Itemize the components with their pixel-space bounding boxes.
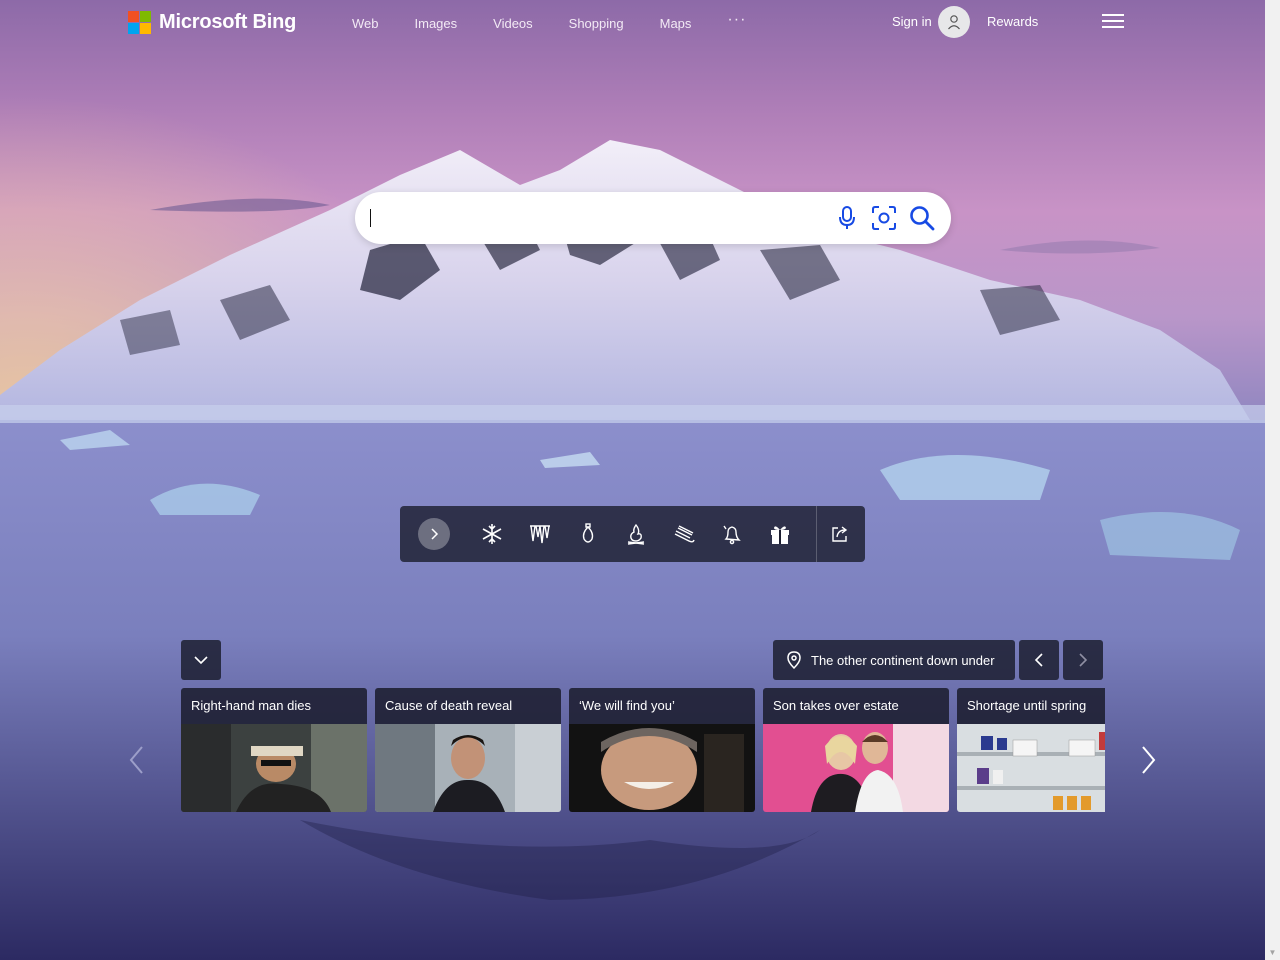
news-card-title: Cause of death reveal: [375, 688, 561, 724]
nav-images[interactable]: Images: [415, 16, 458, 31]
nav-web[interactable]: Web: [352, 16, 379, 31]
expand-toolbar-button[interactable]: [418, 518, 450, 550]
news-card[interactable]: Right-hand man dies: [181, 688, 367, 812]
search-input[interactable]: [371, 206, 821, 230]
microsoft-logo-icon: [128, 11, 151, 34]
chevron-right-icon: [1142, 746, 1156, 774]
news-card-title: Son takes over estate: [763, 688, 949, 724]
chevron-down-icon: [194, 656, 208, 665]
news-card-image: [569, 724, 755, 812]
news-card[interactable]: ‘We will find you’: [569, 688, 755, 812]
news-card-image: [957, 724, 1105, 812]
news-card-image: [375, 724, 561, 812]
news-card-image: [763, 724, 949, 812]
news-card-title: ‘We will find you’: [569, 688, 755, 724]
news-carousel: Right-hand man dies Cause of death revea…: [181, 688, 1105, 812]
next-image-button[interactable]: [1063, 640, 1103, 680]
ornament-icon[interactable]: [576, 522, 600, 546]
chevron-right-icon: [431, 528, 439, 540]
menu-icon[interactable]: [1102, 14, 1124, 30]
icicles-icon[interactable]: [528, 522, 552, 546]
nav-maps[interactable]: Maps: [660, 16, 692, 31]
top-nav: Web Images Videos Shopping Maps ···: [352, 11, 746, 32]
text-cursor: [370, 209, 371, 227]
image-location-label: The other continent down under: [811, 652, 995, 668]
bing-logo[interactable]: Microsoft Bing: [128, 11, 296, 34]
page-scrollbar[interactable]: ▼: [1265, 0, 1280, 960]
microphone-icon[interactable]: [833, 204, 861, 232]
previous-image-button[interactable]: [1019, 640, 1059, 680]
more-nav-button[interactable]: ···: [727, 11, 746, 29]
collapse-feed-button[interactable]: [181, 640, 221, 680]
news-card[interactable]: Son takes over estate: [763, 688, 949, 812]
theme-toolbar: [400, 506, 865, 562]
nav-videos[interactable]: Videos: [493, 16, 533, 31]
snowflake-icon[interactable]: [480, 522, 504, 546]
image-location-button[interactable]: The other continent down under: [773, 640, 1015, 680]
news-card-title: Shortage until spring: [957, 688, 1105, 724]
chevron-right-icon: [1079, 653, 1088, 667]
toolbar-divider: [816, 506, 817, 562]
news-card-image: [181, 724, 367, 812]
brand-name: Microsoft Bing: [159, 11, 297, 33]
news-card[interactable]: Shortage until spring: [957, 688, 1105, 812]
visual-search-icon[interactable]: [870, 204, 898, 232]
carousel-prev-button[interactable]: [122, 740, 150, 780]
scroll-down-arrow-icon[interactable]: ▼: [1268, 948, 1277, 957]
background-image: [0, 0, 1265, 960]
search-box: [355, 192, 951, 244]
gift-icon[interactable]: [768, 522, 792, 546]
share-icon[interactable]: [828, 522, 852, 546]
bell-icon[interactable]: [720, 522, 744, 546]
chevron-left-icon: [1034, 653, 1043, 667]
rewards-link[interactable]: Rewards: [987, 14, 1038, 29]
sled-icon[interactable]: [672, 522, 696, 546]
search-icon[interactable]: [908, 204, 936, 232]
news-card[interactable]: Cause of death reveal: [375, 688, 561, 812]
carousel-next-button[interactable]: [1135, 740, 1163, 780]
chevron-left-icon: [129, 746, 143, 774]
location-pin-icon: [787, 651, 801, 669]
user-icon: [948, 15, 960, 30]
top-header: Microsoft Bing Web Images Videos Shoppin…: [0, 0, 1265, 46]
nav-shopping[interactable]: Shopping: [569, 16, 624, 31]
sign-in-link[interactable]: Sign in: [892, 14, 932, 29]
news-card-title: Right-hand man dies: [181, 688, 367, 724]
avatar[interactable]: [938, 6, 970, 38]
fireplace-icon[interactable]: [624, 522, 648, 546]
